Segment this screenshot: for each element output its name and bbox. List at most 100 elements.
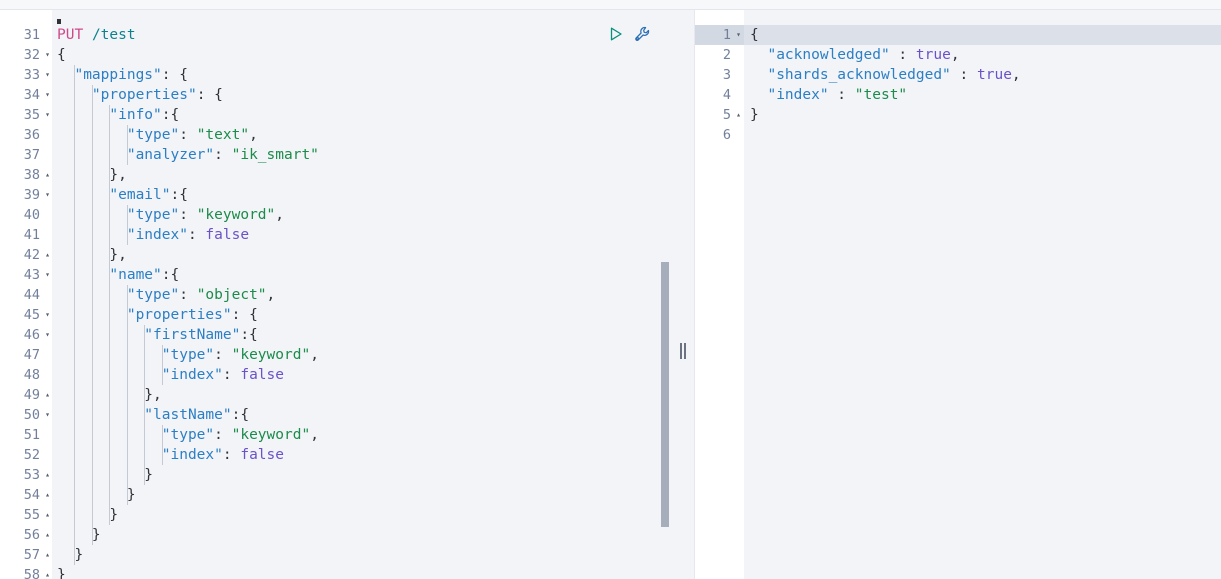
code-text[interactable]: "index": false	[57, 225, 249, 245]
code-text[interactable]: {	[57, 45, 66, 65]
fold-expand-icon[interactable]: ▴	[43, 485, 52, 505]
request-line[interactable]: 56 ▴ }	[0, 525, 694, 545]
request-line[interactable]: 58 ▴}	[0, 565, 694, 579]
request-line[interactable]: 48 "index": false	[0, 365, 694, 385]
code-text[interactable]: "lastName":{	[57, 405, 249, 425]
code-text[interactable]: }	[57, 485, 136, 505]
fold-collapse-icon[interactable]: ▾	[43, 265, 52, 285]
fold-collapse-icon[interactable]: ▾	[43, 65, 52, 85]
request-line[interactable]: 55 ▴ }	[0, 505, 694, 525]
request-scrollbar-thumb[interactable]	[661, 262, 669, 527]
fold-collapse-icon[interactable]: ▾	[43, 305, 52, 325]
response-line[interactable]: 3 "shards_acknowledged" : true,	[695, 65, 1221, 85]
code-text[interactable]: }	[57, 545, 83, 565]
code-text[interactable]: "analyzer": "ik_smart"	[57, 145, 319, 165]
request-line[interactable]: 45 ▾ "properties": {	[0, 305, 694, 325]
token-string: "keyword"	[231, 347, 311, 363]
token-punct: }	[57, 527, 101, 543]
request-line[interactable]: 52 "index": false	[0, 445, 694, 465]
code-text[interactable]: }	[57, 505, 118, 525]
response-viewer-pane[interactable]: 1 ▾{2 "acknowledged" : true, 3 "shards_ack…	[695, 10, 1221, 579]
request-line[interactable]: 38 ▴ },	[0, 165, 694, 185]
fold-collapse-icon[interactable]: ▾	[43, 105, 52, 125]
code-text[interactable]: "type": "text",	[57, 125, 258, 145]
response-text[interactable]: "shards_acknowledged" : true,	[750, 65, 1020, 85]
request-line[interactable]: 46 ▾ "firstName":{	[0, 325, 694, 345]
fold-expand-icon[interactable]: ▴	[43, 565, 52, 579]
code-text[interactable]: }	[57, 465, 153, 485]
token-key: "type"	[57, 287, 180, 303]
request-line[interactable]: 51 "type": "keyword",	[0, 425, 694, 445]
response-line[interactable]: 5 ▴}	[695, 105, 1221, 125]
wrench-icon[interactable]	[633, 25, 651, 43]
response-line[interactable]: 1 ▾ {	[695, 25, 1221, 45]
code-text[interactable]: "type": "keyword",	[57, 345, 319, 365]
code-text[interactable]: },	[57, 165, 126, 185]
fold-collapse-icon[interactable]: ▾	[43, 85, 52, 105]
request-line[interactable]: 57 ▴ }	[0, 545, 694, 565]
fold-collapse-icon[interactable]: ▾	[43, 185, 52, 205]
code-text[interactable]: "index": false	[57, 365, 284, 385]
fold-expand-icon[interactable]: ▴	[734, 105, 743, 125]
request-line[interactable]: 53 ▴ }	[0, 465, 694, 485]
panel-splitter[interactable]	[672, 10, 694, 579]
response-line[interactable]: 2 "acknowledged" : true,	[695, 45, 1221, 65]
fold-expand-icon[interactable]: ▴	[43, 525, 52, 545]
request-line[interactable]: 40 "type": "keyword",	[0, 205, 694, 225]
drag-handle-icon[interactable]	[679, 342, 687, 360]
request-line[interactable]: 47 "type": "keyword",	[0, 345, 694, 365]
request-line[interactable]: 35 ▾ "info":{	[0, 105, 694, 125]
request-line[interactable]: 32 ▾ {	[0, 45, 694, 65]
response-text[interactable]: }	[750, 105, 759, 125]
fold-expand-icon[interactable]: ▴	[43, 385, 52, 405]
fold-expand-icon[interactable]: ▴	[43, 245, 52, 265]
request-line[interactable]: 49 ▴ },	[0, 385, 694, 405]
code-text[interactable]: "firstName":{	[57, 325, 258, 345]
code-text[interactable]: "mappings": {	[57, 65, 188, 85]
play-triangle-icon[interactable]	[607, 25, 625, 43]
response-text[interactable]: {	[750, 25, 759, 45]
code-text[interactable]: "properties": {	[57, 85, 223, 105]
request-line[interactable]: 42 ▴ },	[0, 245, 694, 265]
request-line[interactable]: 36 "type": "text",	[0, 125, 694, 145]
code-text[interactable]: "index": false	[57, 445, 284, 465]
fold-collapse-icon[interactable]: ▾	[734, 25, 743, 45]
request-line[interactable]: 43 ▾ "name":{	[0, 265, 694, 285]
fold-collapse-icon[interactable]: ▾	[43, 405, 52, 425]
code-text[interactable]: },	[57, 385, 161, 405]
fold-expand-icon[interactable]: ▴	[43, 545, 52, 565]
code-text[interactable]: "info":{	[57, 105, 179, 125]
response-line[interactable]: 4 "index" : "test"	[695, 85, 1221, 105]
code-text[interactable]: PUT /test	[57, 25, 136, 45]
request-line[interactable]: 37 "analyzer": "ik_smart"	[0, 145, 694, 165]
grip-bar-left	[680, 343, 682, 359]
request-line[interactable]: 31 PUT /test	[0, 25, 694, 45]
request-line[interactable]: 50 ▾ "lastName":{	[0, 405, 694, 425]
request-line[interactable]: 39 ▾ "email":{	[0, 185, 694, 205]
code-text[interactable]: }	[57, 525, 101, 545]
request-line[interactable]: 34 ▾ "properties": {	[0, 85, 694, 105]
code-text[interactable]: "properties": {	[57, 305, 258, 325]
request-line[interactable]: 54 ▴ }	[0, 485, 694, 505]
fold-expand-icon[interactable]: ▴	[43, 465, 52, 485]
fold-collapse-icon[interactable]: ▾	[43, 325, 52, 345]
request-actions[interactable]	[607, 23, 657, 45]
code-text[interactable]: },	[57, 245, 126, 265]
request-line[interactable]: 41 "index": false	[0, 225, 694, 245]
request-editor-pane[interactable]: 31 PUT /test 32 ▾{33 ▾ "mappings": {34 ▾ "pro…	[0, 10, 694, 579]
response-line[interactable]: 6	[695, 125, 1221, 145]
response-text[interactable]: "acknowledged" : true,	[750, 45, 959, 65]
line-number: 41	[23, 227, 40, 243]
fold-expand-icon[interactable]: ▴	[43, 505, 52, 525]
code-text[interactable]: "name":{	[57, 265, 179, 285]
code-text[interactable]: "type": "object",	[57, 285, 275, 305]
response-text[interactable]: "index" : "test"	[750, 85, 907, 105]
code-text[interactable]: "email":{	[57, 185, 188, 205]
code-text[interactable]: "type": "keyword",	[57, 205, 284, 225]
fold-expand-icon[interactable]: ▴	[43, 165, 52, 185]
request-line[interactable]: 33 ▾ "mappings": {	[0, 65, 694, 85]
code-text[interactable]: }	[57, 565, 66, 579]
code-text[interactable]: "type": "keyword",	[57, 425, 319, 445]
request-line[interactable]: 44 "type": "object",	[0, 285, 694, 305]
fold-collapse-icon[interactable]: ▾	[43, 45, 52, 65]
